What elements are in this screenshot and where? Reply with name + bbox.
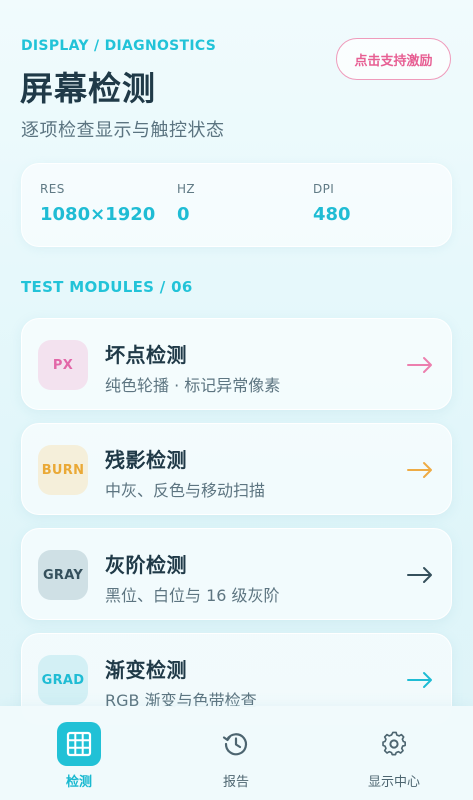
nav-item-display-center[interactable]: 显示中心	[334, 722, 454, 792]
module-badge: GRAD	[38, 655, 88, 705]
module-card-px[interactable]: PX 坏点检测 纯色轮播 · 标记异常像素	[21, 318, 452, 410]
stat-label: RES	[40, 182, 65, 196]
module-card-burn[interactable]: BURN 残影检测 中灰、反色与移动扫描	[21, 423, 452, 515]
stat-value: 0	[177, 204, 190, 225]
page-title: 屏幕检测	[20, 69, 156, 108]
nav-item-detect[interactable]: 检测	[19, 722, 139, 792]
nav-item-report[interactable]: 报告	[176, 722, 296, 792]
support-button[interactable]: 点击支持激励	[336, 38, 451, 80]
module-title: 灰阶检测	[105, 553, 187, 577]
stat-value: 1080×1920	[40, 204, 156, 225]
device-stats-card: RES 1080×1920 HZ 0 DPI 480	[21, 163, 452, 247]
module-title: 残影检测	[105, 448, 187, 472]
arrow-right-icon	[407, 462, 432, 478]
module-desc: 纯色轮播 · 标记异常像素	[105, 376, 281, 395]
page-subtitle: 逐项检查显示与触控状态	[21, 120, 225, 141]
stat-value: 480	[313, 204, 351, 225]
screen-test-page: DISPLAY / DIAGNOSTICS 屏幕检测 逐项检查显示与触控状态 点…	[0, 0, 473, 800]
module-title: 渐变检测	[105, 658, 187, 682]
nav-label: 显示中心	[367, 775, 420, 790]
stat-dpi: DPI 480	[313, 182, 351, 225]
nav-label: 报告	[222, 775, 249, 790]
stat-label: HZ	[177, 182, 196, 196]
module-card-gray[interactable]: GRAY 灰阶检测 黑位、白位与 16 级灰阶	[21, 528, 452, 620]
arrow-right-icon	[407, 672, 432, 688]
stat-refresh-rate: HZ 0	[177, 182, 195, 225]
module-desc: 中灰、反色与移动扫描	[105, 481, 266, 500]
breadcrumb: DISPLAY / DIAGNOSTICS	[21, 38, 217, 54]
module-badge: GRAY	[38, 550, 88, 600]
module-title: 坏点检测	[105, 343, 187, 367]
stat-resolution: RES 1080×1920	[40, 182, 155, 225]
arrow-right-icon	[407, 567, 432, 583]
gear-icon	[372, 722, 416, 766]
module-badge: PX	[38, 340, 88, 390]
arrow-right-icon	[407, 357, 432, 373]
nav-label: 检测	[65, 775, 92, 790]
module-desc: 黑位、白位与 16 级灰阶	[105, 586, 280, 605]
section-label: TEST MODULES / 06	[21, 278, 193, 296]
module-badge: BURN	[38, 445, 88, 495]
stat-label: DPI	[313, 182, 335, 196]
grid-icon	[57, 722, 101, 766]
history-icon	[214, 722, 258, 766]
bottom-nav: 检测 报告 显示中心	[0, 706, 473, 800]
